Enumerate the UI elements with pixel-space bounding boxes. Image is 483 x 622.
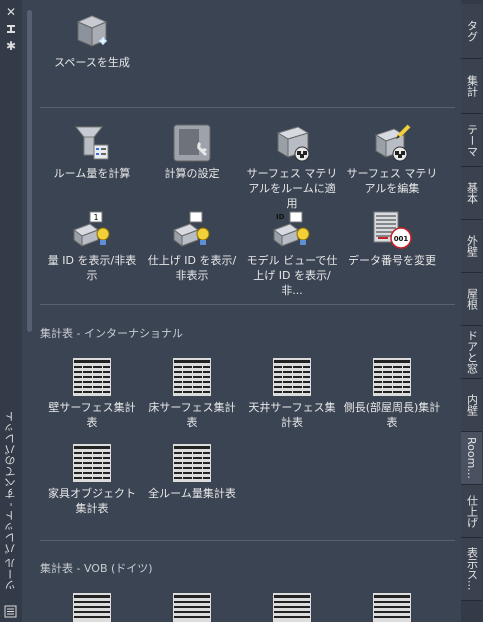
tool-vob-schedule-2[interactable] [143, 592, 241, 622]
schedule-table-icon [173, 358, 211, 396]
tool-label: 壁サーフェス集計表 [48, 401, 136, 429]
properties-icon[interactable]: ✱ [4, 40, 18, 52]
apply-material-icon [276, 126, 310, 162]
tool-label: サーフェス マテリアルを編集 [346, 167, 438, 195]
tool-label: 床サーフェス集計表 [148, 401, 236, 429]
tool-label: スペースを生成 [54, 56, 130, 69]
section-header-vob: 集計表 - VOB (ドイツ) [40, 562, 153, 575]
tool-show-hide-qty-id[interactable]: 1 量 ID を表示/非表示 [43, 210, 141, 283]
tab-label: 集計 [465, 75, 479, 97]
schedule-table-icon [73, 593, 111, 622]
tool-label: データ番号を変更 [348, 254, 436, 267]
tab-label: タグ [465, 20, 479, 42]
edit-material-icon [374, 124, 411, 162]
tool-label: モデル ビューで仕上げ ID を表示/非... [246, 254, 338, 297]
palette-content: スペースを生成 ルーム量を計算 計算の設定 サーフェス マテリアルをルームに適用… [22, 0, 461, 622]
svg-text:001: 001 [394, 235, 409, 243]
section-divider [40, 107, 455, 108]
tool-ceiling-surface-schedule[interactable]: 天井サーフェス集計表 [243, 357, 341, 430]
schedule-table-icon [73, 444, 111, 482]
finish-id-icon [172, 211, 210, 247]
tab-label: 基本 [465, 182, 479, 204]
tool-show-hide-finish-id[interactable]: 仕上げ ID を表示/非表示 [143, 210, 241, 283]
schedule-table-icon [73, 358, 111, 396]
tab-tag[interactable]: タグ [461, 4, 482, 59]
tab-label: 内壁 [465, 394, 479, 416]
generate-space-icon [76, 15, 108, 47]
calc-settings-icon [173, 124, 211, 162]
tool-label: ルーム量を計算 [53, 167, 131, 180]
room-area-calc-icon [74, 126, 109, 160]
tab-interior-wall[interactable]: 内壁 [461, 379, 482, 432]
tool-vob-schedule-1[interactable] [43, 592, 141, 622]
tool-all-room-qty-schedule[interactable]: 全ルーム量集計表 [143, 443, 241, 501]
tool-label: 側長(部屋周長)集計表 [343, 401, 441, 429]
tab-basic[interactable]: 基本 [461, 167, 482, 220]
tool-apply-surface-material[interactable]: サーフェス マテリアルをルームに適用 [243, 123, 341, 211]
tool-label: 計算の設定 [164, 167, 220, 180]
tool-furniture-object-schedule[interactable]: 家具オブジェクト集計表 [43, 443, 141, 516]
tab-label: 屋根 [465, 288, 479, 310]
tab-schedule[interactable]: 集計 [461, 59, 482, 114]
palette-titlebar: ✕ ✱ ツール パレット - すべてのパレット [0, 0, 23, 622]
schedule-table-icon [173, 444, 211, 482]
data-number-icon: 001 [373, 211, 412, 249]
tool-wall-surface-schedule[interactable]: 壁サーフェス集計表 [43, 357, 141, 430]
tool-label: 全ルーム量集計表 [148, 487, 236, 500]
tool-label: 量 ID を表示/非表示 [47, 254, 137, 282]
section-divider [40, 304, 455, 305]
scrollbar[interactable] [27, 10, 32, 332]
tool-edit-surface-material[interactable]: サーフェス マテリアルを編集 [343, 123, 441, 196]
section-divider [40, 540, 455, 541]
palette-title: ツール パレット - すべてのパレット [4, 410, 17, 590]
schedule-table-icon [173, 593, 211, 622]
tool-perimeter-schedule[interactable]: 側長(部屋周長)集計表 [343, 357, 441, 430]
tool-label: 天井サーフェス集計表 [248, 401, 336, 429]
schedule-table-icon [373, 593, 411, 622]
tool-generate-space[interactable]: スペースを生成 [43, 12, 141, 70]
qty-id-icon: 1 [72, 211, 110, 247]
tab-label: ドアと窓 [465, 330, 479, 374]
tool-floor-surface-schedule[interactable]: 床サーフェス集計表 [143, 357, 241, 430]
tool-calc-room-area[interactable]: ルーム量を計算 [43, 123, 141, 181]
tab-label: 仕上げ [465, 494, 479, 528]
tool-show-hide-model-finish-id[interactable]: ID モデル ビューで仕上げ ID を表示/非... [243, 210, 341, 298]
palette-tabs: タグ 集計 テーマ 基本 外壁 屋根 ドアと窓 内壁 Room... 仕上げ 表… [461, 0, 483, 622]
tool-vob-schedule-3[interactable] [243, 592, 341, 622]
autohide-icon[interactable] [4, 24, 18, 36]
tab-display[interactable]: 表示ス... [461, 538, 482, 601]
tool-calc-settings[interactable]: 計算の設定 [143, 123, 241, 181]
tab-roof[interactable]: 屋根 [461, 273, 482, 326]
svg-text:ID: ID [276, 213, 285, 221]
tab-room[interactable]: Room... [461, 432, 482, 485]
tab-theme[interactable]: テーマ [461, 114, 482, 167]
tab-label: 表示ス... [465, 547, 479, 591]
tab-finish[interactable]: 仕上げ [461, 485, 482, 538]
schedule-table-icon [373, 358, 411, 396]
tab-doors-windows[interactable]: ドアと窓 [461, 326, 482, 379]
tool-change-data-number[interactable]: 001 データ番号を変更 [343, 210, 441, 268]
schedule-table-icon [273, 593, 311, 622]
svg-text:1: 1 [93, 213, 98, 222]
tool-vob-schedule-4[interactable] [343, 592, 441, 622]
close-icon[interactable]: ✕ [4, 6, 18, 18]
section-header-international: 集計表 - インターナショナル [40, 327, 183, 340]
tab-exterior-wall[interactable]: 外壁 [461, 220, 482, 273]
tab-label: 外壁 [465, 235, 479, 257]
tool-label: サーフェス マテリアルをルームに適用 [246, 167, 338, 210]
palette-menu-icon[interactable] [4, 605, 17, 618]
schedule-table-icon [273, 358, 311, 396]
tab-label: テーマ [465, 123, 479, 157]
tool-label: 仕上げ ID を表示/非表示 [147, 254, 237, 282]
tool-label: 家具オブジェクト集計表 [48, 487, 136, 515]
tab-label: Room... [465, 437, 478, 479]
model-finish-id-icon: ID [272, 211, 310, 247]
